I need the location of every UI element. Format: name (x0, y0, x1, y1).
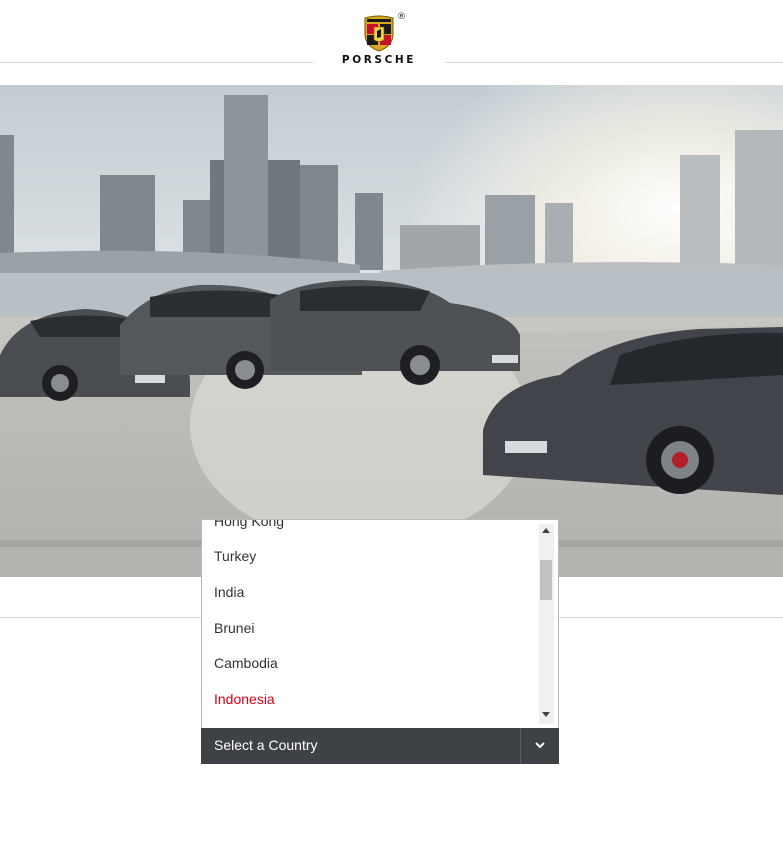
header: ® PORSCHE (0, 0, 783, 85)
chevron-down-icon[interactable] (534, 739, 546, 751)
header-divider-right (445, 62, 783, 63)
list-item[interactable]: India (214, 584, 244, 600)
scroll-up-arrow-icon[interactable] (542, 528, 550, 533)
header-divider-left (0, 62, 313, 63)
list-item[interactable]: Cambodia (214, 655, 278, 671)
list-item-highlighted[interactable]: Indonesia (214, 691, 275, 707)
country-select-label[interactable]: Select a Country (214, 737, 318, 753)
registered-mark: ® (397, 12, 406, 22)
porsche-crest-icon[interactable] (363, 12, 395, 52)
list-scrollbar[interactable] (539, 524, 554, 724)
scroll-down-arrow-icon[interactable] (542, 712, 550, 717)
list-item[interactable]: Turkey (214, 548, 256, 564)
porsche-wordmark[interactable]: PORSCHE (313, 54, 445, 66)
list-item[interactable]: Brunei (214, 620, 254, 636)
country-select[interactable]: Select a Country (201, 728, 559, 764)
country-dropdown[interactable]: Hong Kong Turkey India Brunei Cambodia I… (201, 519, 559, 764)
list-item[interactable]: Hong Kong (214, 520, 284, 529)
country-list[interactable]: Hong Kong Turkey India Brunei Cambodia I… (201, 519, 559, 729)
hero-image (0, 85, 783, 577)
select-divider (520, 728, 521, 764)
scrollbar-thumb[interactable] (540, 560, 552, 600)
